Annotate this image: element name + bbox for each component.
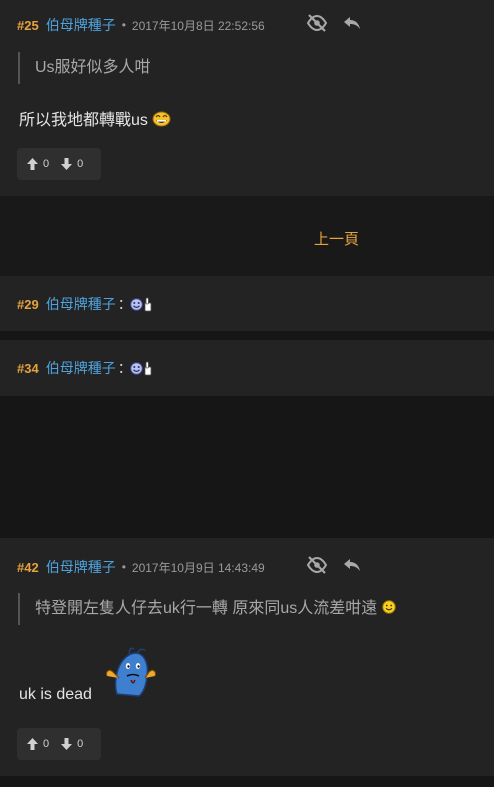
- downvote-button[interactable]: 0: [61, 158, 83, 170]
- separator-dot: •: [121, 18, 126, 32]
- vote-bar: 0 0: [17, 728, 101, 760]
- reply-icon: [344, 559, 360, 571]
- collapsed-post[interactable]: #29 伯母牌種子 ：: [0, 276, 494, 331]
- author-name[interactable]: 伯母牌種子: [46, 358, 116, 378]
- author-name[interactable]: 伯母牌種子: [46, 557, 116, 577]
- hide-post-button[interactable]: [304, 552, 330, 578]
- post-number[interactable]: #29: [17, 297, 39, 312]
- arrow-up-icon: [27, 738, 38, 750]
- post-header: #34 伯母牌種子 ：: [17, 358, 152, 378]
- post-card: #42 伯母牌種子 • 2017年10月9日 14:43:49 特登開左隻人仔去…: [0, 538, 494, 776]
- post-body-text: 所以我地都轉戰us: [19, 112, 148, 129]
- post-number[interactable]: #34: [17, 361, 39, 376]
- post-header: #29 伯母牌種子 ：: [17, 294, 152, 314]
- arrow-down-icon: [61, 738, 73, 750]
- post-header: #25 伯母牌種子 • 2017年10月8日 22:52:56: [17, 15, 265, 35]
- eye-off-icon: [306, 556, 328, 574]
- post-header: #42 伯母牌種子 • 2017年10月9日 14:43:49: [17, 557, 265, 577]
- thumbs-up-emoji-icon: [144, 297, 152, 311]
- collapsed-post[interactable]: #34 伯母牌種子 ：: [0, 340, 494, 396]
- author-name[interactable]: 伯母牌種子: [46, 15, 116, 35]
- quote-text: 特登開左隻人仔去uk行一轉 原來同us人流差咁遠: [35, 600, 378, 617]
- reply-button[interactable]: [339, 552, 365, 578]
- hide-post-button[interactable]: [304, 10, 330, 36]
- post-timestamp: 2017年10月8日 22:52:56: [131, 18, 265, 33]
- downvote-count: 0: [77, 738, 84, 750]
- upvote-count: 0: [43, 738, 50, 750]
- pager-bar: 上一頁: [0, 196, 494, 276]
- laugh-emoji-icon: [129, 297, 143, 311]
- author-name[interactable]: 伯母牌種子: [46, 294, 116, 314]
- laugh-emoji-icon: [152, 111, 171, 127]
- post-card: #25 伯母牌種子 • 2017年10月8日 22:52:56 Us服好似多人咁…: [0, 0, 494, 196]
- separator-dot: •: [121, 560, 126, 574]
- quote-block: 特登開左隻人仔去uk行一轉 原來同us人流差咁遠: [18, 593, 396, 625]
- smile-emoji-icon: [382, 600, 396, 614]
- quote-block: Us服好似多人咁: [18, 52, 151, 84]
- reply-icon: [344, 17, 360, 29]
- reply-button[interactable]: [339, 10, 365, 36]
- prev-page-link[interactable]: 上一頁: [314, 228, 359, 249]
- post-number[interactable]: #25: [17, 18, 39, 33]
- arrow-down-icon: [61, 158, 73, 170]
- eye-off-icon: [306, 14, 328, 32]
- upvote-count: 0: [43, 158, 50, 170]
- upvote-button[interactable]: 0: [27, 738, 49, 750]
- thumbs-up-emoji-icon: [144, 361, 152, 375]
- downvote-button[interactable]: 0: [61, 738, 83, 750]
- empty-panel: [0, 396, 494, 538]
- post-body: 所以我地都轉戰us: [19, 106, 171, 130]
- upvote-button[interactable]: 0: [27, 158, 49, 170]
- post-body-text: uk is dead: [19, 686, 92, 703]
- post-number[interactable]: #42: [17, 560, 39, 575]
- sticker-icon: [105, 647, 157, 697]
- arrow-up-icon: [27, 158, 38, 170]
- quote-text: Us服好似多人咁: [35, 59, 151, 76]
- vote-bar: 0 0: [17, 148, 101, 180]
- post-timestamp: 2017年10月9日 14:43:49: [131, 560, 265, 575]
- laugh-emoji-icon: [129, 361, 143, 375]
- downvote-count: 0: [77, 158, 84, 170]
